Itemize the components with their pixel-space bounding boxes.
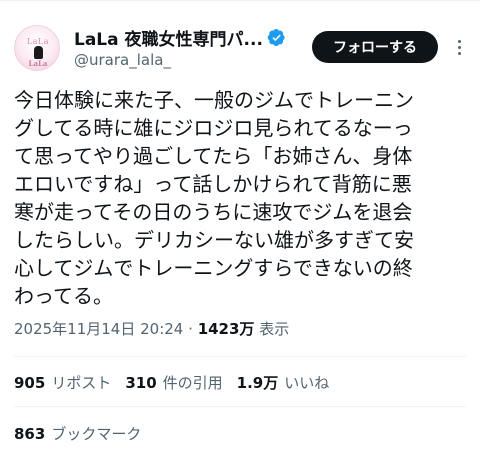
divider bbox=[14, 356, 466, 357]
quotes-label: 件の引用 bbox=[162, 374, 223, 392]
views-count: 1423万 bbox=[197, 320, 255, 338]
views-label: 表示 bbox=[259, 320, 290, 338]
quotes-count: 310 bbox=[125, 373, 157, 392]
quotes-stat[interactable]: 310 件の引用 bbox=[125, 372, 222, 393]
avatar-logo-text-bottom: LaLa bbox=[28, 59, 48, 68]
tweet-text-line: わってる。 bbox=[14, 284, 113, 308]
name-row: LaLa 夜職女性専門パ... bbox=[74, 25, 286, 50]
follow-button[interactable]: フォローする bbox=[312, 31, 438, 63]
tweet-text-line: 今日体験に来た子、一般のジムでトレーニン bbox=[14, 88, 414, 112]
tweet-header: LaLa LaLa LaLa 夜職女性専門パ... @urara_lala_ フ… bbox=[14, 24, 470, 76]
bookmarks-label: ブックマーク bbox=[51, 425, 142, 443]
timestamp[interactable]: 2025年11月14日 20:24 bbox=[14, 320, 183, 338]
engagement-stats: 905 リポスト 310 件の引用 1.9万 いいね bbox=[14, 372, 343, 393]
reposts-stat[interactable]: 905 リポスト bbox=[14, 372, 111, 393]
more-dots-icon[interactable] bbox=[448, 32, 470, 62]
tweet-text: 今日体験に来た子、一般のジムでトレーニン グしてる時に雄にジロジロ見られてるなー… bbox=[14, 86, 470, 310]
tweet-text-line: したらしい。デリカシーない雄が多すぎて安 bbox=[14, 228, 414, 252]
divider bbox=[14, 406, 466, 407]
bookmarks-stat[interactable]: 863 ブックマーク bbox=[14, 423, 141, 444]
avatar-logo-text: LaLa bbox=[26, 37, 50, 46]
display-name[interactable]: LaLa 夜職女性専門パ... bbox=[74, 25, 263, 50]
tweet-text-line: グしてる時に雄にジロジロ見られてるなーっ bbox=[14, 116, 413, 140]
tweet-text-line: エロいですね」って話しかけられて背筋に悪 bbox=[14, 172, 412, 196]
bookmarks-count: 863 bbox=[14, 424, 46, 443]
tweet-text-line: 寒が走ってその日のうちに速攻でジムを退会 bbox=[14, 200, 413, 224]
meta-separator: · bbox=[188, 320, 193, 338]
top-divider bbox=[0, 0, 480, 1]
avatar-figure bbox=[34, 46, 43, 59]
tweet-text-line: て思ってやり過ごしてたら「お姉さん、身体 bbox=[14, 144, 413, 168]
reposts-label: リポスト bbox=[51, 374, 112, 392]
likes-label: いいね bbox=[284, 374, 330, 392]
tweet-meta: 2025年11月14日 20:24 · 1423万 表示 bbox=[14, 318, 289, 339]
avatar[interactable]: LaLa LaLa bbox=[14, 25, 60, 71]
likes-count: 1.9万 bbox=[236, 374, 279, 392]
likes-stat[interactable]: 1.9万 いいね bbox=[237, 372, 330, 393]
verified-badge-icon bbox=[267, 28, 286, 47]
user-handle[interactable]: @urara_lala_ bbox=[74, 51, 171, 69]
reposts-count: 905 bbox=[14, 373, 46, 392]
tweet-text-line: 心してジムでトレーニングすらできないの終 bbox=[14, 256, 413, 280]
